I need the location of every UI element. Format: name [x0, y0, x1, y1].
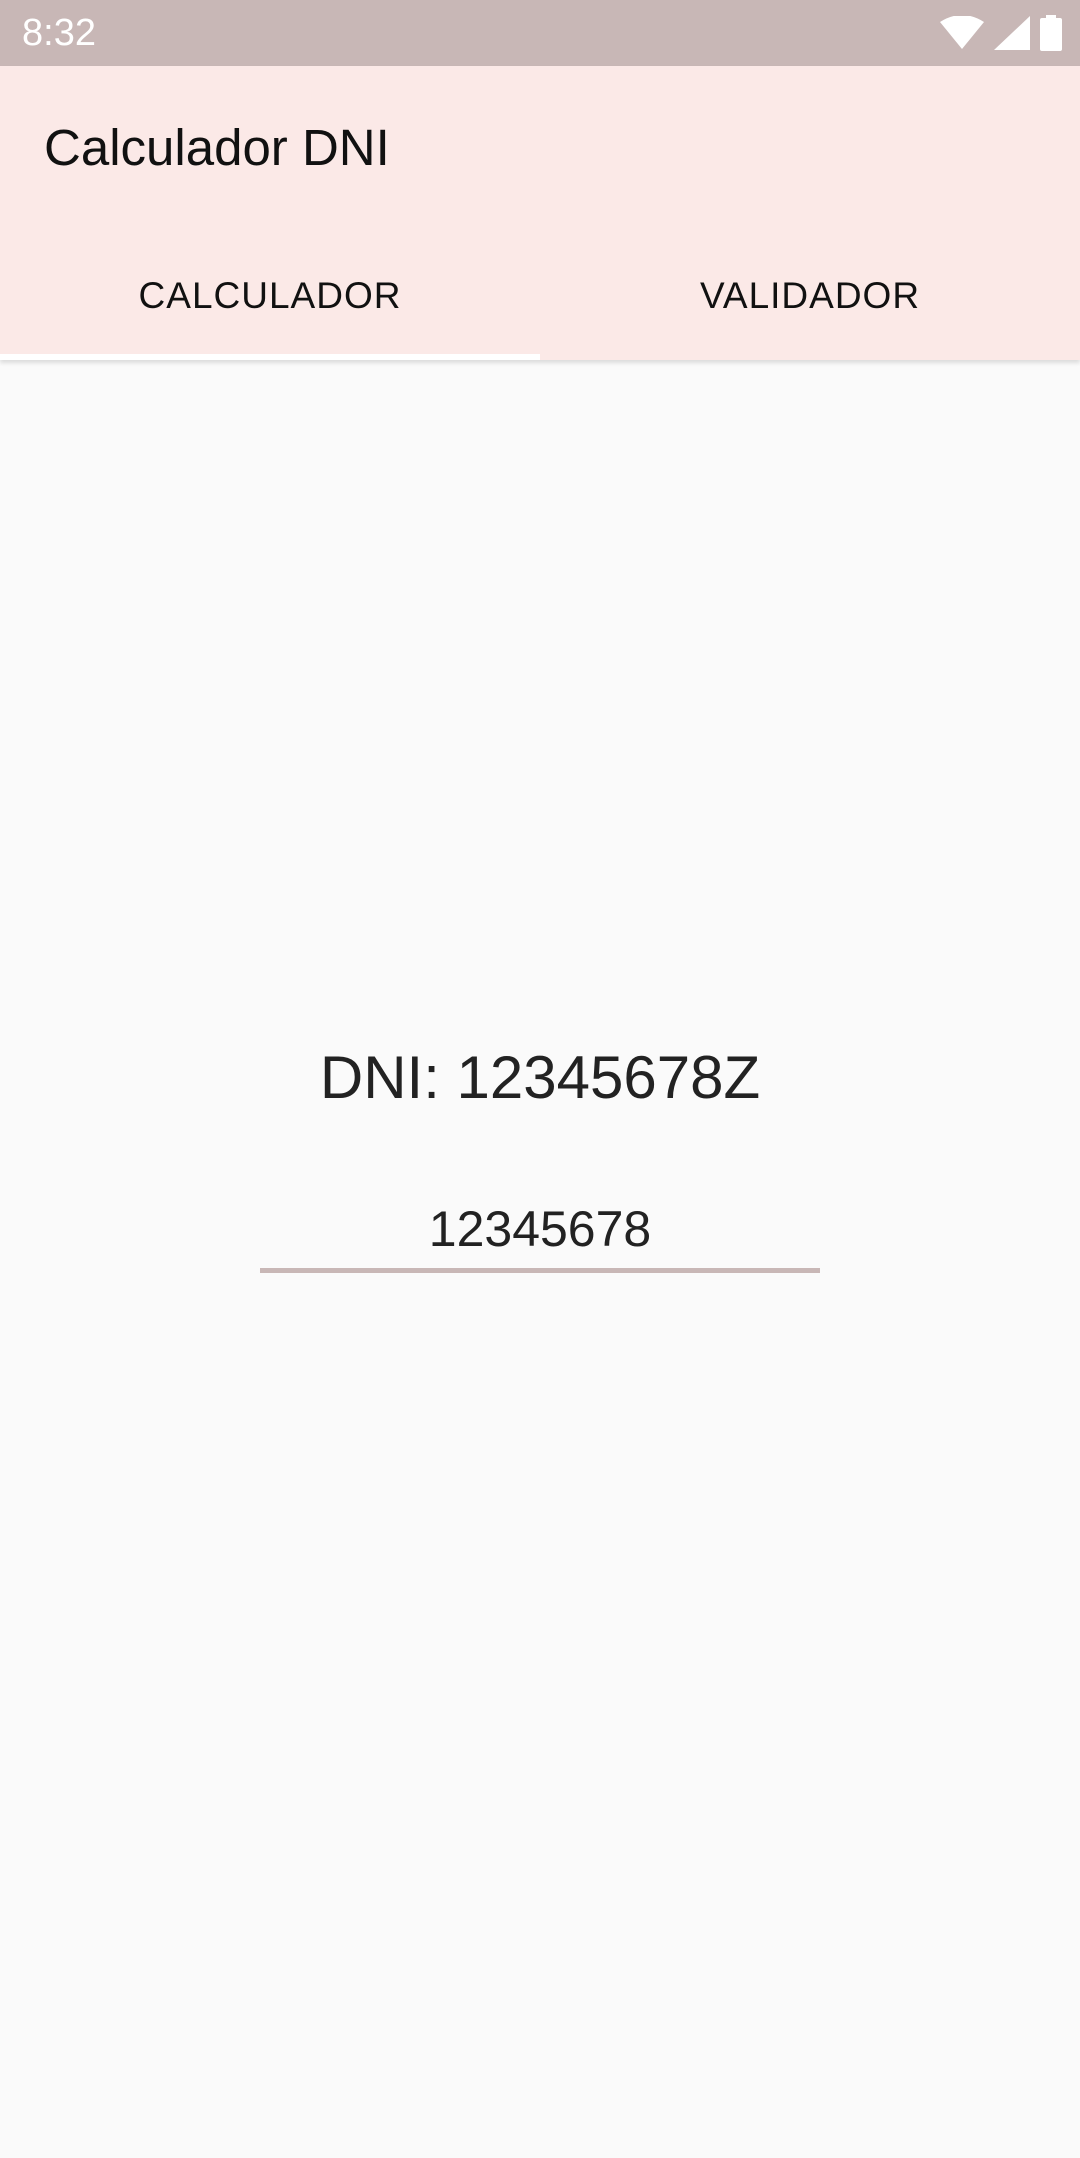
tab-calculador-label: CALCULADOR — [138, 275, 402, 316]
app-title: Calculador DNI — [44, 119, 390, 176]
cell-signal-icon — [994, 16, 1030, 50]
wifi-icon — [940, 16, 984, 50]
tab-validador-label: VALIDADOR — [699, 275, 921, 316]
tab-calculador[interactable]: CALCULADOR — [0, 232, 540, 360]
status-icons — [940, 14, 1062, 52]
dni-number-input[interactable] — [260, 1190, 820, 1273]
dni-result-label: DNI: 12345678Z — [319, 1044, 761, 1111]
calculator-page: DNI: 12345678Z — [0, 360, 1080, 2158]
status-bar: 8:32 — [0, 0, 1080, 66]
battery-icon — [1040, 15, 1062, 51]
app-bar: Calculador DNI CALCULADOR VALIDADOR — [0, 66, 1080, 360]
status-time: 8:32 — [22, 12, 96, 54]
tab-validador[interactable]: VALIDADOR — [540, 232, 1080, 360]
tab-bar: CALCULADOR VALIDADOR — [0, 232, 1080, 360]
